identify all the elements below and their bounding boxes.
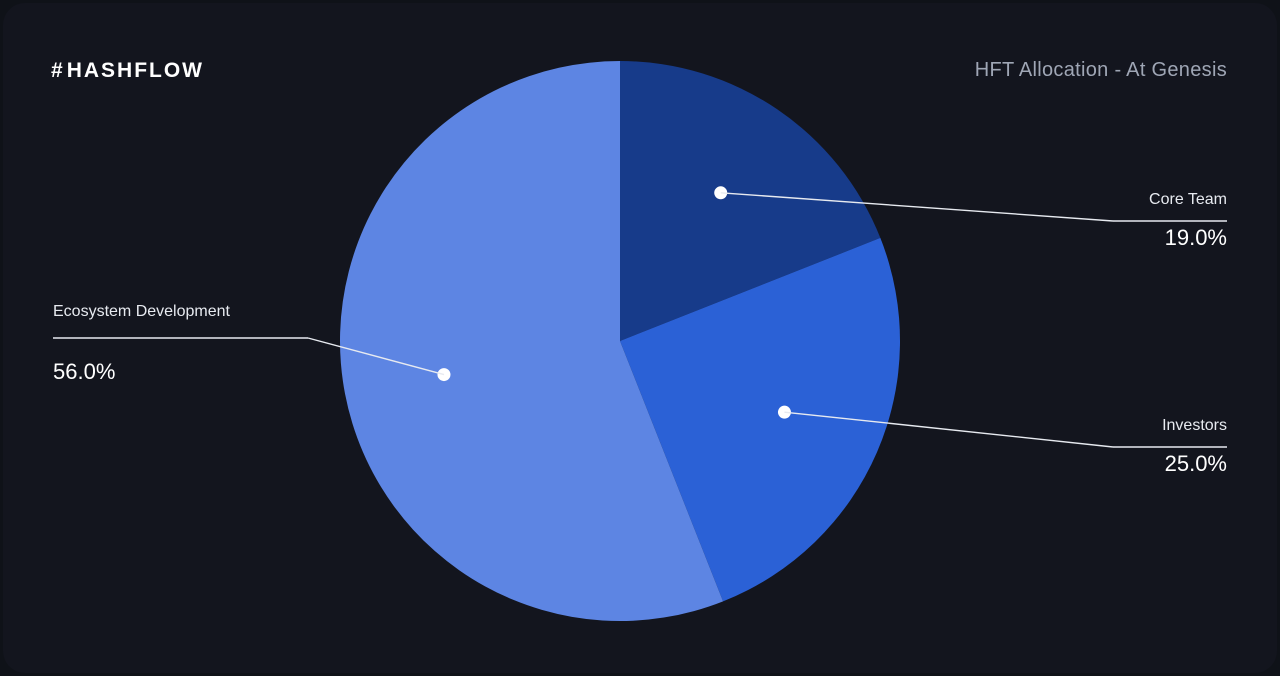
pie-chart xyxy=(3,3,1277,673)
chart-card: #HASHFLOW HFT Allocation - At Genesis Co… xyxy=(3,3,1277,673)
slice-value-ecosystem: 56.0% xyxy=(53,359,115,385)
slice-label-investors: Investors xyxy=(1162,417,1227,435)
slice-value-investors: 25.0% xyxy=(1165,451,1227,477)
slice-label-ecosystem: Ecosystem Development xyxy=(53,303,230,321)
slice-label-core-team: Core Team xyxy=(1149,191,1227,209)
slice-value-core-team: 19.0% xyxy=(1165,225,1227,251)
